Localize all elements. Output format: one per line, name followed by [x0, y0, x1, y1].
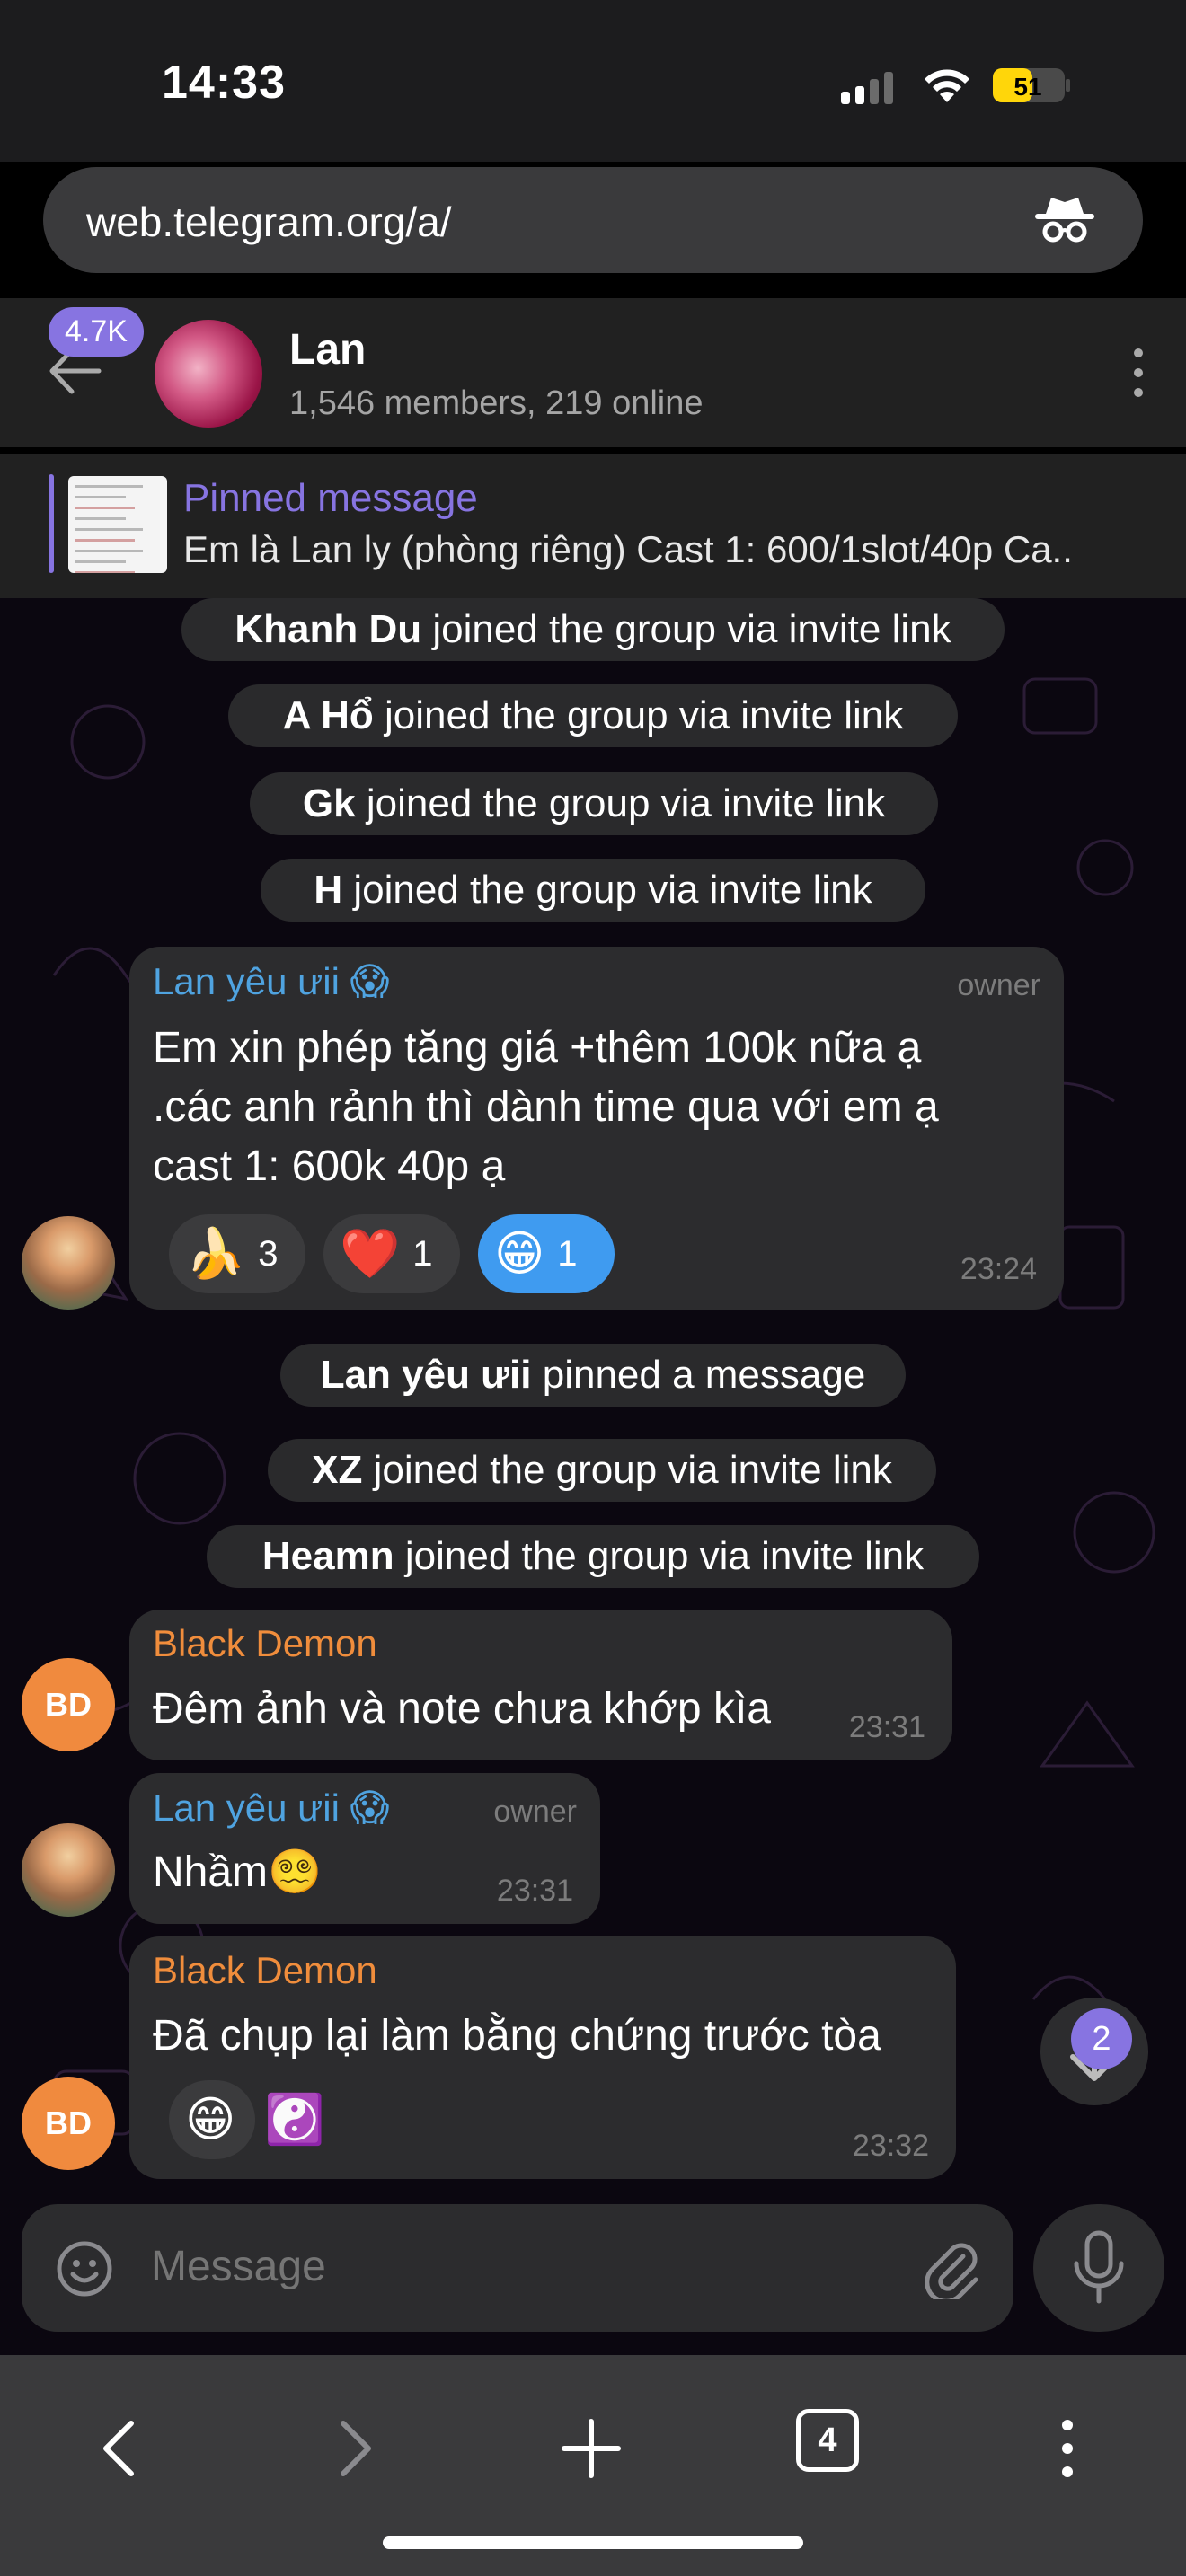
reaction-count: 1 [412, 1233, 433, 1274]
battery-level: 51 [1013, 73, 1041, 101]
message-bubble[interactable]: Black Demon Đêm ảnh và note chưa khớp kì… [129, 1610, 952, 1760]
wifi-icon [925, 69, 969, 102]
message-text: Đêm ảnh và note chưa khớp kìa [153, 1685, 771, 1733]
service-user[interactable]: Gk [303, 781, 356, 825]
service-user[interactable]: Heamn [262, 1534, 394, 1578]
message-line: Em xin phép tăng giá +thêm 100k nữa ạ [153, 1024, 922, 1072]
message-bubble[interactable]: Lan yêu ưii 😱 owner Em xin phép tăng giá… [129, 947, 1064, 1310]
message-list[interactable]: Khanh Du joined the group via invite lin… [0, 598, 1186, 2188]
pinned-text: Em là Lan ly (phòng riêng) Cast 1: 600/1… [183, 528, 1073, 570]
reaction-grin[interactable]: 😁 1 [478, 1214, 615, 1293]
chat-header: 4.7K Lan 1,546 members, 219 online [0, 298, 1186, 447]
message-bubble[interactable]: Black Demon Đã chụp lại làm bằng chứng t… [129, 1936, 956, 2179]
message-line: cast 1: 600k 40p ạ [153, 1142, 506, 1190]
address-bar[interactable]: web.telegram.org/a/ [43, 167, 1143, 273]
incognito-icon[interactable] [1033, 194, 1096, 246]
service-message: Heamn joined the group via invite link [207, 1525, 979, 1588]
user-avatar[interactable] [22, 1823, 115, 1917]
reaction-grin[interactable]: 😁 [169, 2080, 255, 2159]
pinned-message-bar[interactable]: Pinned message Em là Lan ly (phòng riêng… [0, 454, 1186, 598]
message-sender[interactable]: Lan yêu ưii 😱 [153, 959, 389, 1003]
reaction-heart[interactable]: ❤️ 1 [323, 1214, 460, 1293]
message-composer[interactable] [22, 2204, 1013, 2332]
pinned-indicator [49, 474, 54, 573]
new-tab-icon[interactable] [555, 2413, 627, 2484]
reaction-banana[interactable]: 🍌 3 [169, 1214, 305, 1293]
service-user[interactable]: A Hổ [283, 693, 374, 737]
message-time: 23:32 [852, 2129, 929, 2163]
service-text: joined the group via invite link [355, 781, 886, 825]
message-time: 23:24 [960, 1252, 1037, 1286]
home-indicator[interactable] [383, 2536, 803, 2549]
unread-mentions-badge: 2 [1071, 2008, 1132, 2069]
reaction-yin-yang[interactable]: ☯️ [248, 2080, 334, 2159]
service-message: Gk joined the group via invite link [250, 772, 938, 835]
more-options-icon[interactable] [1134, 348, 1145, 397]
service-text: joined the group via invite link [394, 1534, 925, 1578]
message-text: Em xin phép tăng giá +thêm 100k nữa ạ .c… [153, 1019, 939, 1196]
owner-label: owner [493, 1795, 577, 1829]
service-text: pinned a message [531, 1353, 866, 1397]
pinned-label: Pinned message [183, 476, 478, 520]
unread-count-badge: 4.7K [49, 307, 144, 357]
voice-record-button[interactable] [1033, 2204, 1164, 2332]
reaction-count: 1 [557, 1233, 578, 1274]
service-user[interactable]: XZ [312, 1448, 362, 1492]
heart-emoji: ❤️ [340, 1227, 401, 1281]
service-message: XZ joined the group via invite link [268, 1439, 936, 1502]
reaction-count: 3 [258, 1233, 279, 1274]
grin-emoji: 😁 [494, 1227, 545, 1281]
service-text: joined the group via invite link [421, 607, 951, 651]
tab-switcher-button[interactable]: 4 [796, 2409, 859, 2472]
chat-members-status: 1,546 members, 219 online [289, 384, 704, 422]
grin-emoji: 😁 [185, 2093, 236, 2147]
service-text: joined the group via invite link [362, 1448, 892, 1492]
message-input[interactable] [151, 2242, 888, 2291]
service-text: joined the group via invite link [342, 868, 872, 912]
banana-emoji: 🍌 [185, 1227, 246, 1281]
status-time: 14:33 [162, 57, 286, 109]
user-avatar[interactable]: BD [22, 2077, 115, 2170]
user-avatar[interactable]: BD [22, 1658, 115, 1751]
service-user[interactable]: Lan yêu ưii [321, 1353, 532, 1397]
status-bar: 14:33 51 [0, 0, 1186, 162]
service-user[interactable]: H [314, 868, 342, 912]
message-line: .các anh rảnh thì dành time qua với em ạ [153, 1083, 939, 1131]
back-icon[interactable] [84, 2413, 156, 2484]
message-bubble[interactable]: Lan yêu ưii 😱 owner Nhầm😵‍💫 23:31 [129, 1773, 600, 1924]
message-text: Đã chụp lại làm bằng chứng trước tòa [153, 2012, 881, 2060]
message-sender[interactable]: Black Demon [153, 1622, 377, 1665]
attach-icon[interactable] [924, 2238, 981, 2299]
forward-icon[interactable] [318, 2413, 390, 2484]
group-avatar[interactable] [155, 320, 262, 428]
message-time: 23:31 [848, 1710, 925, 1744]
service-message: Lan yêu ưii pinned a message [280, 1344, 906, 1407]
service-user[interactable]: Khanh Du [235, 607, 421, 651]
service-message: A Hổ joined the group via invite link [228, 684, 958, 747]
message-sender[interactable]: Black Demon [153, 1949, 377, 1992]
cellular-signal-icon [841, 72, 893, 104]
chat-title[interactable]: Lan [289, 325, 366, 375]
message-sender[interactable]: Lan yêu ưii 😱 [153, 1786, 389, 1830]
message-text: Nhầm😵‍💫 [153, 1848, 322, 1896]
owner-label: owner [957, 968, 1040, 1002]
service-message: Khanh Du joined the group via invite lin… [181, 598, 1005, 661]
battery-icon: 51 [993, 68, 1070, 102]
pinned-thumbnail [68, 476, 167, 573]
service-message: H joined the group via invite link [261, 859, 925, 922]
menu-icon[interactable] [1031, 2413, 1103, 2484]
yin-yang-emoji: ☯️ [264, 2093, 325, 2147]
service-text: joined the group via invite link [373, 693, 904, 737]
emoji-icon[interactable] [56, 2240, 113, 2298]
microphone-icon [1074, 2230, 1124, 2304]
url-text[interactable]: web.telegram.org/a/ [86, 198, 452, 246]
user-avatar[interactable] [22, 1216, 115, 1310]
message-time: 23:31 [496, 1874, 573, 1908]
